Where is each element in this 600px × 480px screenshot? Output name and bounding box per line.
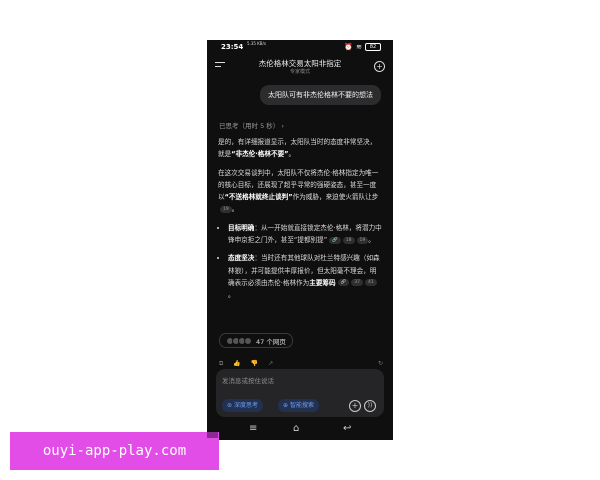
thinking-label: 已思考（用时 5 秒） [219, 122, 280, 130]
message-composer: 发消息或按住说话 ⊛ 深度思考 ⊕ 智能搜索 + )) [216, 369, 384, 417]
bullet-label: 目标明确 [228, 223, 255, 232]
watermark-banner: ouyi-app-play.com [10, 432, 219, 470]
citation-badge[interactable]: 18 [342, 236, 355, 244]
answer-bold: “非杰伦·格林不要” [231, 150, 289, 159]
recents-nav-icon[interactable]: ≡ [249, 423, 257, 434]
thumbs-up-icon[interactable]: 👍 [233, 360, 240, 368]
home-nav-icon[interactable]: ⌂ [293, 423, 299, 434]
message-actions: ⧉ 👍 👎 ↗ ↻ [219, 360, 383, 368]
smart-search-label: 智能搜索 [290, 402, 315, 409]
citation-badge[interactable]: 🔗 [337, 279, 350, 287]
deep-think-button[interactable]: ⊛ 深度思考 [222, 399, 264, 412]
citation-badge[interactable]: 37 [351, 279, 363, 287]
mode-label: 专家模式 [289, 69, 310, 75]
user-message: 太阳队可有非杰伦格林不要的想法 [260, 85, 381, 105]
answer-text: 。 [368, 236, 375, 245]
network-speed: 5.35 KB/s [247, 41, 266, 46]
wifi-icon: ≋ [356, 43, 362, 51]
answer-paragraph-1: 是的，有详细报道显示，太阳队当时的态度非常坚决，就是“非杰伦·格林不要”。 [218, 136, 382, 161]
watermark-corner [207, 432, 218, 438]
citation-badge[interactable]: 19 [356, 236, 369, 244]
chevron-right-icon: › [281, 122, 284, 130]
sources-button[interactable]: 47 个网页 [219, 333, 293, 348]
answer-text: 作为威胁，来迫使火箭队让步 [292, 193, 379, 202]
bullet-label: 态度坚决 [228, 254, 255, 263]
answer-bold: 主要筹码 [309, 278, 336, 287]
attach-plus-icon[interactable]: + [349, 400, 361, 412]
chat-header: 杰伦格林交易太阳非指定 专家模式 + [207, 56, 393, 78]
regenerate-icon[interactable]: ↻ [378, 360, 383, 368]
deep-think-icon: ⊛ [227, 402, 233, 409]
sources-label: 47 个网页 [256, 337, 286, 346]
globe-icon: ⊕ [283, 402, 289, 409]
answer-text: 。 [231, 205, 239, 214]
answer-bullet-list: 目标明确：从一开始就直接锁定杰伦·格林，将潜力中锋申京拒之门外，甚至“提都别提”… [218, 222, 382, 302]
menu-icon[interactable] [215, 62, 225, 70]
thumbs-down-icon[interactable]: 👎 [251, 360, 258, 368]
assistant-answer: 是的，有详细报道显示，太阳队当时的态度非常坚决，就是“非杰伦·格林不要”。 在这… [218, 136, 382, 308]
citation-badge[interactable]: 🔗 [329, 236, 341, 244]
message-input[interactable]: 发消息或按住说话 [222, 375, 274, 385]
citation-badge[interactable]: 41 [364, 279, 377, 287]
answer-bold: “不送格林就终止谈判” [224, 193, 293, 202]
system-nav-bar: ≡ ⌂ ↩ [207, 422, 393, 440]
battery-icon: 82 [365, 43, 381, 51]
thinking-toggle[interactable]: 已思考（用时 5 秒） › [219, 120, 284, 130]
source-favicons [226, 336, 252, 345]
alarm-icon: ⏰ [344, 43, 354, 51]
bullet-item: 态度坚决：当时还有其他球队对杜兰特感兴趣（如森林狼），并可能提供丰厚报价，但太阳… [228, 252, 382, 301]
citation-badge[interactable]: 19 [220, 205, 232, 213]
deep-think-label: 深度思考 [234, 402, 259, 409]
bullet-item: 目标明确：从一开始就直接锁定杰伦·格林，将潜力中锋申京拒之门外，甚至“提都别提”… [228, 222, 382, 247]
answer-text: 。 [228, 291, 235, 300]
new-chat-icon[interactable]: + [374, 61, 385, 72]
status-icons: ⏰ ≋ 82 [344, 43, 381, 51]
smart-search-button[interactable]: ⊕ 智能搜索 [278, 399, 320, 412]
answer-text: 。 [288, 150, 296, 159]
answer-paragraph-2: 在这次交易谈判中，太阳队不仅将杰伦·格林指定为唯一的核心目标，还展现了超乎寻常的… [218, 167, 382, 216]
phone-screen: 23:54 5.35 KB/s ⏰ ≋ 82 杰伦格林交易太阳非指定 专家模式 … [207, 40, 393, 440]
share-icon[interactable]: ↗ [268, 360, 273, 368]
status-time: 23:54 [221, 43, 244, 51]
voice-icon[interactable]: )) [364, 400, 376, 412]
back-nav-icon[interactable]: ↩ [343, 423, 351, 434]
copy-icon[interactable]: ⧉ [219, 360, 223, 368]
status-bar: 23:54 5.35 KB/s ⏰ ≋ 82 [207, 40, 393, 54]
